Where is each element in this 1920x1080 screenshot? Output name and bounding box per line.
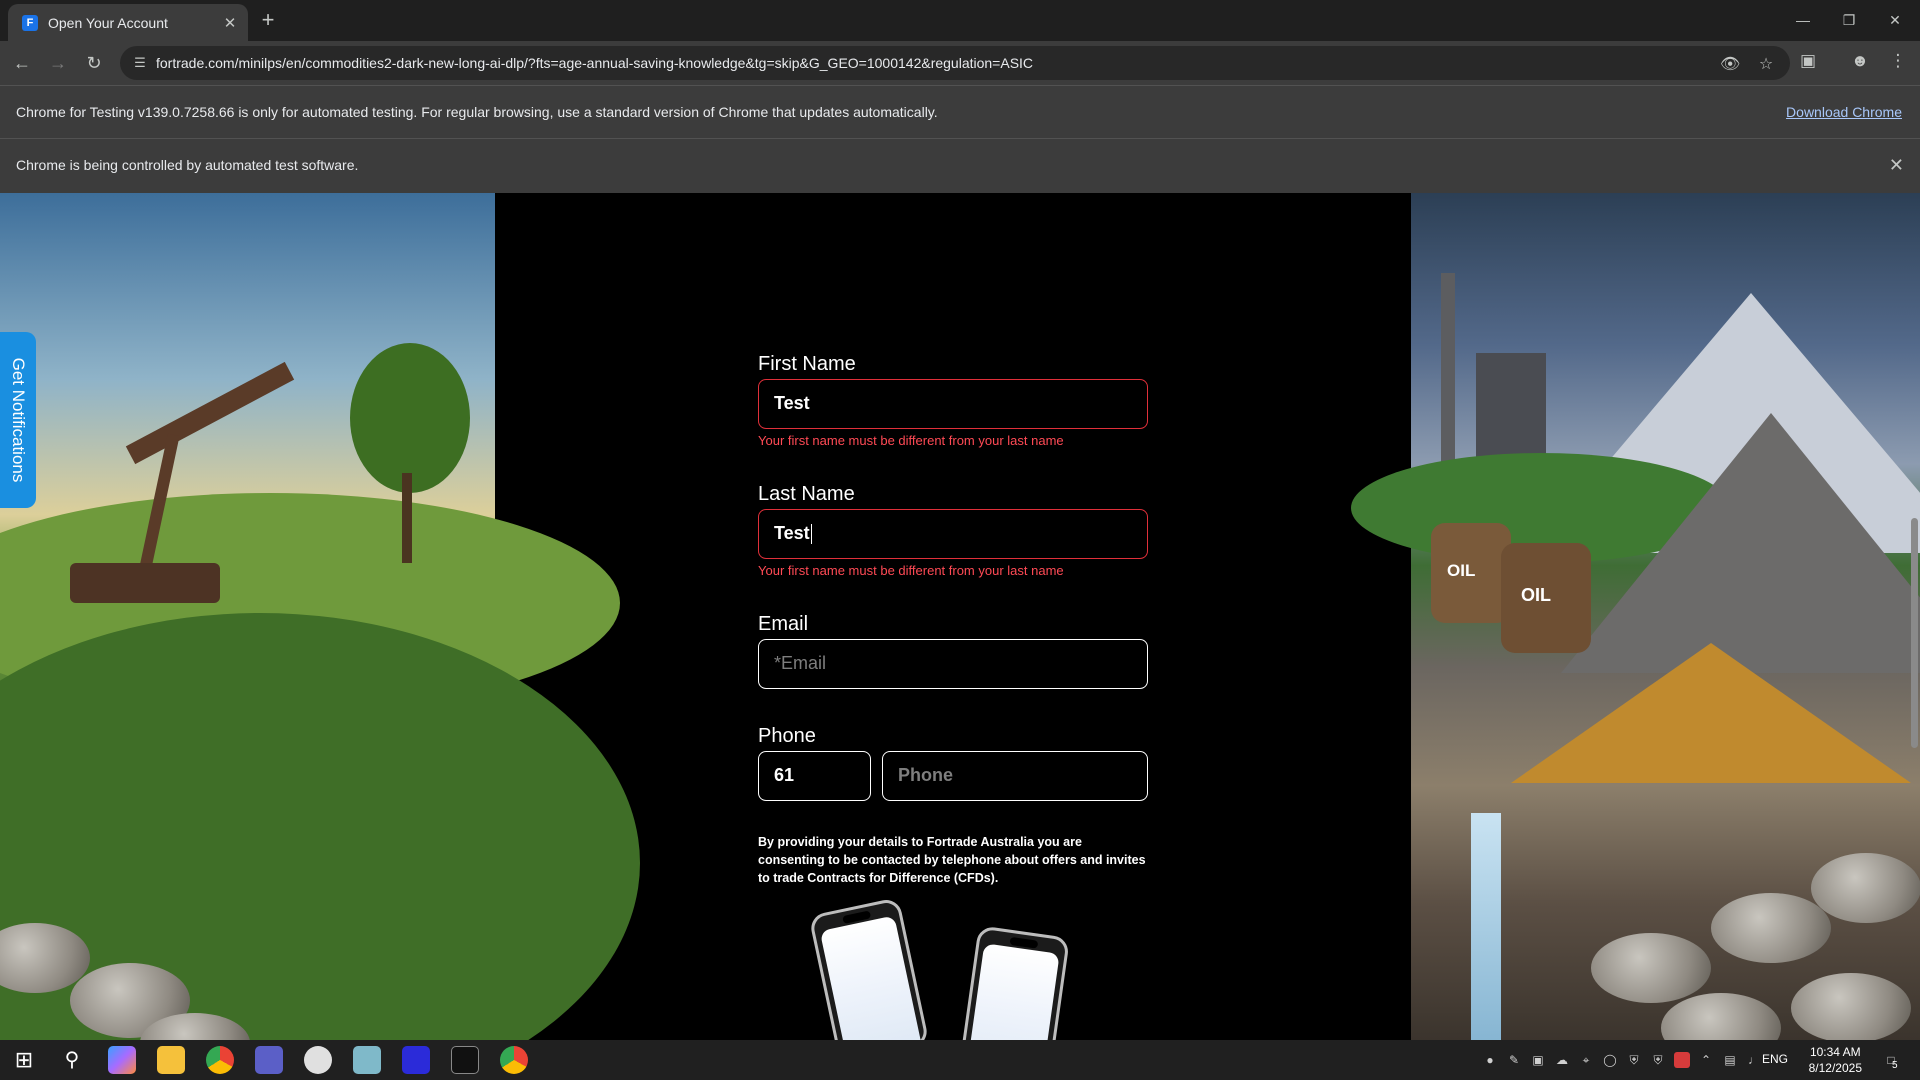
email-input[interactable]: *Email <box>758 639 1148 689</box>
chrome-icon[interactable] <box>206 1046 234 1074</box>
page-scrollbar-thumb[interactable] <box>1911 518 1918 748</box>
tray-shield-icon[interactable]: ⛨ <box>1650 1052 1666 1068</box>
phone-country-code-input[interactable]: 61 <box>758 751 871 801</box>
address-bar[interactable]: ☰ fortrade.com/minilps/en/commodities2-d… <box>120 46 1790 80</box>
tray-defender-icon[interactable]: ⛨ <box>1626 1052 1642 1068</box>
barrel-right-2 <box>1711 893 1831 963</box>
windows-taskbar: ⊞ ⚲ ● ✎ ▣ ☁ ⌖ ◯ ⛨ ⛨ ⌃ ▤ ♩ ENG 10:34 AM 8… <box>0 1040 1920 1080</box>
search-icon[interactable]: ⚲ <box>58 1046 86 1074</box>
smokestack <box>1441 273 1455 473</box>
testing-infobar-message: Chrome for Testing v139.0.7258.66 is onl… <box>16 104 938 120</box>
notification-center-icon[interactable]: □ <box>1880 1052 1902 1068</box>
last-name-input[interactable]: Test <box>758 509 1148 559</box>
consent-text: By providing your details to Fortrade Au… <box>758 835 1146 885</box>
profile-icon[interactable]: ☻ <box>1848 51 1872 71</box>
language-indicator[interactable]: ENG <box>1762 1052 1788 1066</box>
menu-kebab-icon[interactable]: ⋮ <box>1886 51 1910 71</box>
phone-screen-1 <box>819 915 922 1040</box>
tab-title: Open Your Account <box>48 14 168 31</box>
tray-red-app-icon[interactable] <box>1674 1052 1690 1068</box>
clock-time: 10:34 AM <box>1809 1045 1861 1059</box>
file-explorer-icon[interactable] <box>157 1046 185 1074</box>
volume-icon[interactable]: ♩ <box>1746 1052 1762 1068</box>
oil-barrel-2: OIL <box>1501 543 1591 653</box>
oil-barrel-1: OIL <box>1431 523 1511 623</box>
clock[interactable]: 10:34 AM 8/12/2025 <box>1809 1044 1862 1076</box>
tray-onedrive-icon[interactable]: ☁ <box>1554 1052 1570 1068</box>
tray-network-icon[interactable]: ⌖ <box>1578 1052 1594 1068</box>
tray-teams-icon[interactable]: ▣ <box>1530 1052 1546 1068</box>
tab-close-icon[interactable]: ✕ <box>222 14 238 32</box>
download-chrome-link[interactable]: Download Chrome <box>1786 104 1902 120</box>
clock-date: 8/12/2025 <box>1808 1061 1862 1075</box>
page-content: Get Notifications OIL OIL First Name Tes… <box>0 193 1920 1040</box>
tray-app-icon-2[interactable]: ✎ <box>1506 1052 1522 1068</box>
tree-canopy <box>350 343 470 493</box>
automation-infobar-message: Chrome is being controlled by automated … <box>16 157 359 173</box>
waterfall <box>1471 813 1501 1040</box>
last-name-value: Test <box>774 523 810 543</box>
restore-button[interactable]: ❐ <box>1826 6 1872 34</box>
chrome-testing-icon[interactable] <box>500 1046 528 1074</box>
last-name-label: Last Name <box>758 483 855 505</box>
phone-screen-2 <box>966 943 1060 1040</box>
url-text[interactable]: fortrade.com/minilps/en/commodities2-dar… <box>156 55 1033 71</box>
first-name-input[interactable]: Test <box>758 379 1148 429</box>
get-notifications-tab[interactable]: Get Notifications <box>0 332 36 508</box>
notification-count-badge: 5 <box>1892 1060 1898 1071</box>
last-name-error: Your first name must be different from y… <box>758 563 1064 578</box>
slack-icon[interactable] <box>304 1046 332 1074</box>
pump-jack-base <box>70 563 220 603</box>
email-label: Email <box>758 613 809 635</box>
back-button[interactable]: ← <box>8 49 36 77</box>
copilot-icon[interactable] <box>108 1046 136 1074</box>
farm-oil-illustration <box>0 193 640 1040</box>
sand-pile <box>1511 643 1911 783</box>
barrel-right-4 <box>1661 993 1781 1040</box>
gravel-pile <box>1561 413 1920 673</box>
fortrade-favicon-icon: F <box>22 14 38 31</box>
teams-icon[interactable] <box>255 1046 283 1074</box>
windows-start-icon[interactable]: ⊞ <box>10 1046 38 1074</box>
testing-infobar: Chrome for Testing v139.0.7258.66 is onl… <box>0 85 1920 138</box>
tray-security-icon[interactable]: ◯ <box>1602 1052 1618 1068</box>
tree-trunk <box>402 473 412 563</box>
tab-search-icon[interactable]: ▣ <box>1796 51 1820 71</box>
barrel-right-3 <box>1811 853 1920 923</box>
first-name-label: First Name <box>758 353 856 375</box>
oil-barrel-label-2: OIL <box>1521 585 1551 605</box>
reload-button[interactable]: ↻ <box>80 49 108 77</box>
window-close-button[interactable]: ✕ <box>1872 6 1918 34</box>
tab-open-your-account[interactable]: F Open Your Account ✕ <box>8 4 248 41</box>
app-phone-mockup-2 <box>958 925 1070 1040</box>
mining-oil-illustration: OIL OIL <box>1351 193 1920 1040</box>
get-notifications-label: Get Notifications <box>9 357 28 483</box>
phone-label: Phone <box>758 725 816 747</box>
phone-input[interactable]: Phone <box>882 751 1148 801</box>
browser-toolbar: ← → ↻ ☰ fortrade.com/minilps/en/commodit… <box>0 41 1920 85</box>
new-tab-button[interactable]: + <box>254 7 282 35</box>
first-name-value: Test <box>774 393 810 413</box>
bookmark-star-icon[interactable]: ☆ <box>1756 54 1776 74</box>
notes-app-icon[interactable] <box>353 1046 381 1074</box>
terminal-icon[interactable] <box>451 1046 479 1074</box>
eye-off-icon[interactable]: 👁 <box>1720 54 1740 74</box>
automation-infobar: Chrome is being controlled by automated … <box>0 138 1920 193</box>
wifi-icon[interactable]: ▤ <box>1722 1052 1738 1068</box>
tab-strip: F Open Your Account ✕ + — ❐ ✕ <box>0 0 1920 41</box>
tray-chevron-icon[interactable]: ⌃ <box>1698 1052 1714 1068</box>
site-info-icon[interactable]: ☰ <box>132 55 148 71</box>
intellij-icon[interactable] <box>402 1046 430 1074</box>
pump-jack-beam <box>125 361 295 465</box>
minimize-button[interactable]: — <box>1780 6 1826 34</box>
barrel-right-1 <box>1591 933 1711 1003</box>
app-phone-mockup-1 <box>808 897 930 1040</box>
text-caret <box>810 524 812 545</box>
tray-app-icon-1[interactable]: ● <box>1482 1052 1498 1068</box>
forward-button[interactable]: → <box>44 49 72 77</box>
infobar-close-icon[interactable]: ✕ <box>1889 155 1904 176</box>
oil-barrel-label-1: OIL <box>1447 561 1476 580</box>
first-name-error: Your first name must be different from y… <box>758 433 1064 448</box>
barrel-right-5 <box>1791 973 1911 1040</box>
